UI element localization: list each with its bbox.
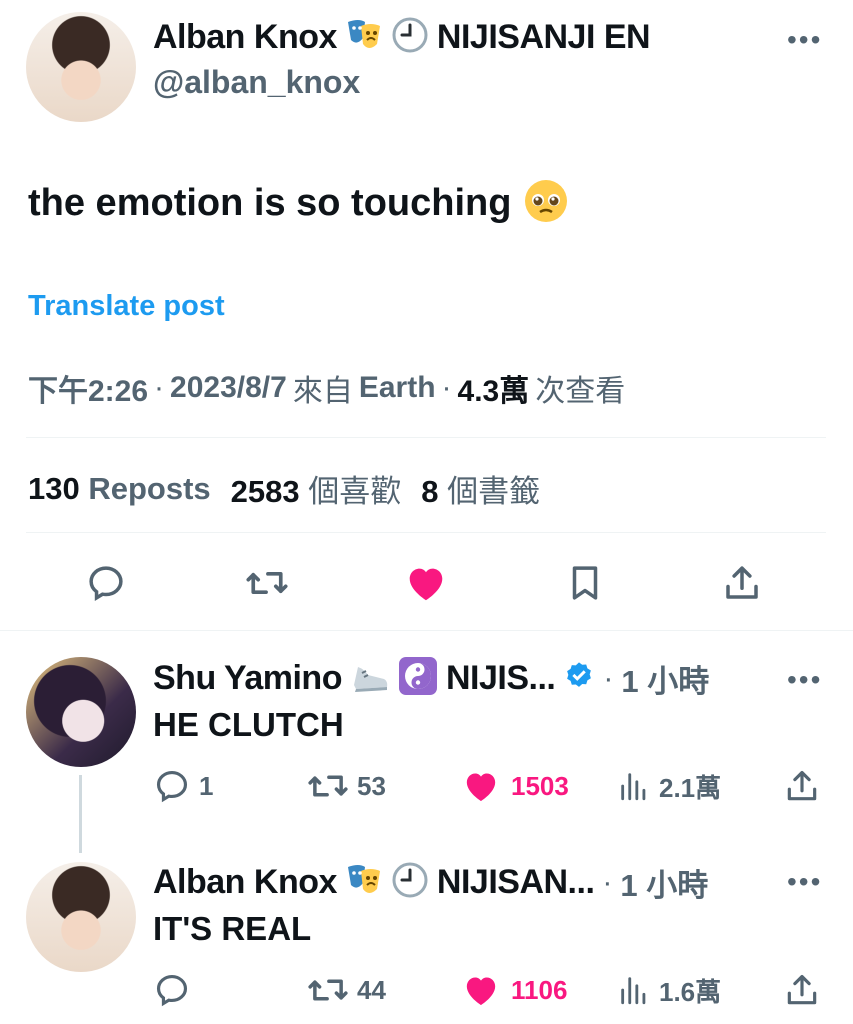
source-prefix: 來自: [292, 375, 353, 408]
post-meta: 下午2:26 · 2023/8/7 來自 Earth · 4.3萬 次查看: [28, 366, 625, 410]
yin-yang-icon: [398, 656, 438, 701]
views-count: 2.1萬: [659, 772, 722, 803]
reply-time[interactable]: 1 小時: [620, 860, 708, 905]
reposts-count[interactable]: 130 Reposts: [28, 471, 211, 507]
repost-count: 53: [357, 770, 386, 801]
reply-separator: ·: [603, 661, 614, 695]
views-value: 4.3萬: [457, 375, 530, 408]
author-affiliation: NIJISANJI EN: [436, 18, 651, 56]
post-text: the emotion is so touching: [28, 182, 512, 224]
translate-link[interactable]: Translate post: [28, 290, 225, 323]
more-icon[interactable]: •••: [787, 866, 822, 898]
divider: [26, 532, 826, 533]
share-icon[interactable]: [781, 765, 823, 807]
share-icon[interactable]: [781, 969, 823, 1011]
repost-icon[interactable]: [243, 561, 291, 605]
more-icon[interactable]: •••: [787, 24, 822, 56]
author-name-row: Alban Knox NIJISANJI EN: [153, 16, 651, 59]
more-icon[interactable]: •••: [787, 664, 822, 696]
reply-author-affiliation: NIJIS...: [445, 659, 556, 697]
reply-text: HE CLUTCH: [153, 706, 344, 743]
post-text-row: the emotion is so touching: [28, 178, 569, 229]
reply-text: IT'S REAL: [153, 910, 312, 947]
share-icon[interactable]: [720, 561, 764, 605]
verified-icon: [563, 660, 595, 697]
reply-author-name[interactable]: Shu Yamino: [153, 659, 342, 698]
author-name[interactable]: Alban Knox: [153, 18, 337, 57]
reply-header: Alban Knox NIJISAN... · 1 小時: [153, 860, 708, 905]
clock-icon: [391, 861, 429, 904]
post-source: Earth: [358, 371, 436, 404]
reply-actions: 44 1106 1.6萬: [153, 969, 823, 1011]
reply-icon[interactable]: [153, 969, 199, 1011]
meta-separator: ·: [441, 371, 452, 404]
reply-actions: 1 53 1503 2.1萬: [153, 765, 823, 807]
meta-separator: ·: [154, 371, 165, 404]
bookmarks-count[interactable]: 8 個書籤: [421, 466, 540, 511]
clock-icon: [391, 16, 429, 59]
author-handle[interactable]: @alban_knox: [153, 64, 360, 101]
theater-masks-icon: [345, 861, 383, 904]
like-icon[interactable]: 1106: [461, 969, 567, 1011]
reply-time[interactable]: 1 小時: [621, 656, 709, 701]
post-date[interactable]: 2023/8/7: [170, 371, 287, 405]
post-time[interactable]: 下午2:26: [28, 366, 148, 410]
like-icon[interactable]: 1503: [461, 765, 569, 807]
like-count: 1106: [511, 974, 568, 1005]
views-label: 次查看: [535, 375, 626, 408]
views-icon[interactable]: 2.1萬: [617, 765, 721, 807]
thread-connector: [79, 775, 82, 853]
bookmark-icon[interactable]: [563, 561, 607, 605]
reply-separator: ·: [602, 865, 613, 899]
like-count: 1503: [511, 770, 569, 801]
reply-count: 1: [199, 770, 214, 801]
divider: [0, 630, 853, 631]
repost-icon[interactable]: 44: [307, 969, 386, 1011]
reply-header: Shu Yamino NIJIS... · 1 小時: [153, 656, 709, 701]
author-avatar[interactable]: [26, 12, 136, 122]
reply-author-name[interactable]: Alban Knox: [153, 863, 337, 902]
sneaker-icon: [350, 657, 390, 700]
divider: [26, 437, 826, 438]
reply-avatar[interactable]: [26, 862, 136, 972]
pleading-face-icon: [523, 178, 569, 229]
reply-icon[interactable]: [84, 561, 128, 605]
views-count: 1.6萬: [659, 976, 722, 1007]
post-stats: 130 Reposts 2583 個喜歡 8 個書籤: [28, 466, 540, 511]
likes-count[interactable]: 2583 個喜歡: [231, 466, 402, 511]
repost-icon[interactable]: 53: [307, 765, 386, 807]
reply-avatar[interactable]: [26, 657, 136, 767]
reply-author-affiliation: NIJISAN...: [436, 863, 595, 901]
repost-count: 44: [357, 974, 386, 1005]
like-icon[interactable]: [402, 561, 450, 605]
theater-masks-icon: [345, 16, 383, 59]
views-icon[interactable]: 1.6萬: [617, 969, 721, 1011]
reply-icon[interactable]: 1: [153, 765, 213, 807]
